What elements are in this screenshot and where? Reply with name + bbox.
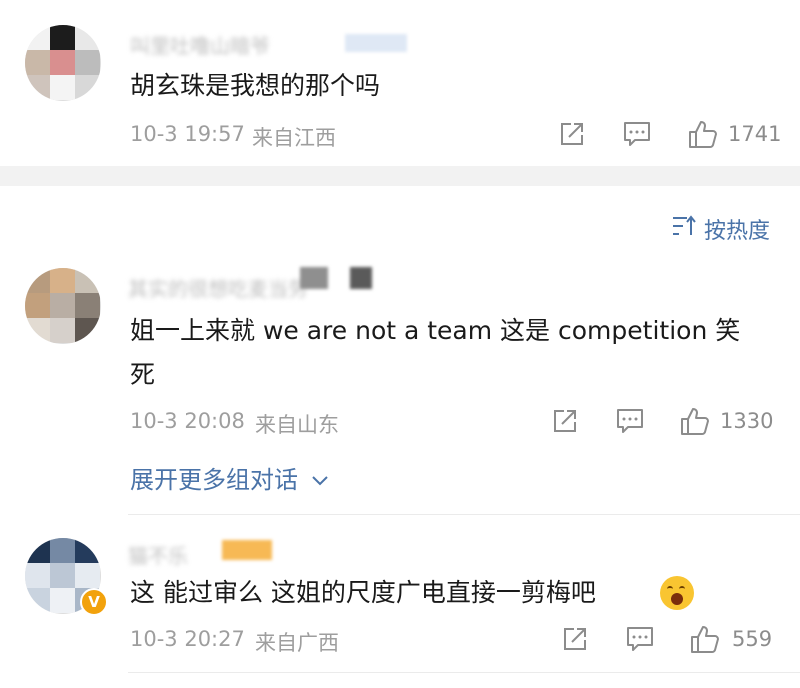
comment-date: 10-3 20:27 <box>130 627 245 651</box>
expand-conversation-link[interactable]: 展开更多组对话 <box>130 460 330 495</box>
user-badge <box>300 267 328 289</box>
chevron-down-icon <box>311 476 328 486</box>
like-count: 1741 <box>728 122 782 146</box>
comment-text: 这 能过审么 这姐的尺度广电直接一剪梅吧 <box>130 578 596 607</box>
comment-location: 来自江西 <box>252 126 336 150</box>
share-icon[interactable] <box>562 626 588 652</box>
sort-icon[interactable] <box>671 215 697 237</box>
comment-text-line: 死 <box>130 360 156 389</box>
comment-text: 胡玄珠是我想的那个吗 <box>130 71 381 100</box>
username[interactable]: 猫不乐 <box>128 540 188 569</box>
like-icon[interactable] <box>690 624 720 654</box>
comment-date: 10-3 20:08 <box>130 409 245 433</box>
username[interactable]: 叫里吐噜山暗爷 <box>130 30 270 59</box>
avatar[interactable] <box>25 268 101 344</box>
comment-text-line: 姐一上来就 we are not a team 这是 competition 笑 <box>130 316 741 345</box>
section-separator <box>0 166 800 186</box>
user-badge <box>350 267 372 289</box>
comment-date: 10-3 19:57 <box>130 122 245 146</box>
divider <box>128 514 800 515</box>
like-icon[interactable] <box>688 119 718 149</box>
like-count: 559 <box>732 627 773 651</box>
username[interactable]: 其实的很想吃麦当劳 <box>128 273 308 302</box>
comment-icon[interactable] <box>626 626 654 652</box>
comment-text: 姐一上来就 we are not a team 这是 competition 笑… <box>130 311 780 395</box>
expand-label[interactable]: 展开更多组对话 <box>130 466 298 494</box>
comment-icon[interactable] <box>616 408 644 434</box>
comment-location: 来自山东 <box>255 413 339 437</box>
sort-by-hot-button[interactable]: 按热度 <box>704 213 770 245</box>
divider <box>128 672 800 673</box>
comment-location: 来自广西 <box>255 631 339 655</box>
user-badge <box>345 34 407 52</box>
avatar[interactable] <box>25 25 101 101</box>
user-badge <box>222 540 272 560</box>
emoji-icon <box>660 576 694 610</box>
like-icon[interactable] <box>680 406 710 436</box>
like-count: 1330 <box>720 409 774 433</box>
share-icon[interactable] <box>559 121 585 147</box>
verified-icon: V <box>80 588 108 616</box>
comment-icon[interactable] <box>623 121 651 147</box>
share-icon[interactable] <box>552 408 578 434</box>
